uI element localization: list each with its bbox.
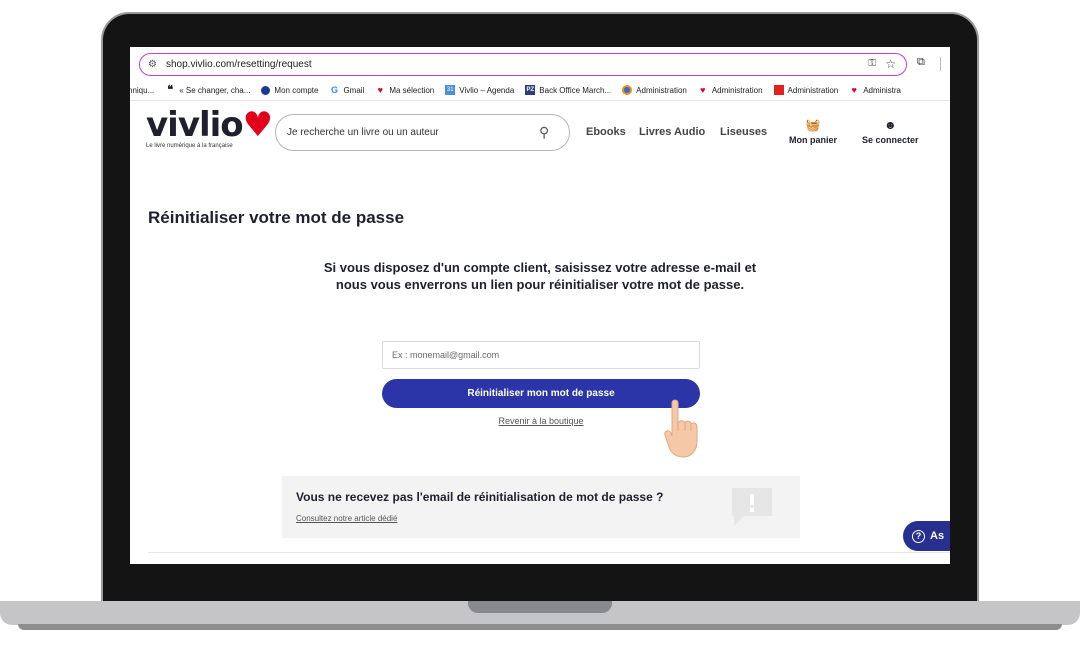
- bookmark-item[interactable]: ❝ « Se changer, cha...: [165, 84, 251, 96]
- pointing-hand-icon: [664, 399, 698, 458]
- vivlio-heart-icon: ♥: [700, 85, 706, 95]
- bookmark-item[interactable]: Administration: [622, 85, 687, 95]
- help-box: Vous ne recevez pas l'email de réinitial…: [282, 476, 800, 538]
- laptop-notch: [468, 601, 612, 613]
- pz-icon: PZ: [525, 85, 536, 95]
- bookmark-item[interactable]: PZ Back Office March...: [525, 85, 611, 95]
- quote-icon: ❝: [167, 84, 174, 96]
- address-bar[interactable]: ⚙ shop.vivlio.com/resetting/request ⚿ ☆: [139, 53, 907, 76]
- user-icon: ☻: [883, 118, 897, 132]
- bookmark-item[interactable]: 31 Vivlio – Agenda: [445, 85, 514, 95]
- bookmark-label: hniqu...: [130, 85, 155, 95]
- red-box-icon: [773, 85, 784, 95]
- bookmark-label: Vivlio – Agenda: [459, 85, 515, 95]
- bookmark-item[interactable]: ♥ Ma sélection: [375, 85, 435, 95]
- circle-icon: [261, 85, 271, 95]
- help-title: Vous ne recevez pas l'email de réinitial…: [296, 490, 664, 504]
- search-bar[interactable]: Je recherche un livre ou un auteur ⚲: [275, 114, 570, 151]
- nav-ebooks[interactable]: Ebooks: [586, 126, 626, 138]
- site-header: vivlio♥ Le livre numérique à la français…: [130, 101, 950, 159]
- logo-heart-icon: ♥: [242, 105, 274, 145]
- google-icon: G: [330, 85, 338, 95]
- bookmark-item[interactable]: G Gmail: [329, 85, 364, 95]
- back-to-shop-link[interactable]: Revenir à la boutique: [382, 416, 700, 426]
- bookmark-star-icon[interactable]: ☆: [885, 57, 896, 71]
- reset-password-button[interactable]: Réinitialiser mon mot de passe: [382, 379, 700, 408]
- toolbar-divider: [940, 57, 941, 71]
- question-icon: ?: [912, 529, 925, 543]
- login-button[interactable]: ☻ Se connecter: [862, 118, 919, 145]
- page-divider: [148, 552, 950, 553]
- bookmarks-bar: hniqu... ❝ « Se changer, cha... Mon compt…: [130, 81, 950, 99]
- assistance-label: As: [930, 530, 945, 542]
- bookmark-label: Back Office March...: [539, 85, 612, 95]
- bookmark-label: Ma sélection: [389, 85, 435, 95]
- bookmark-label: Administra: [863, 85, 902, 95]
- screen: ⚙ shop.vivlio.com/resetting/request ⚿ ☆ …: [130, 47, 950, 564]
- vivlio-heart-icon: ♥: [377, 85, 384, 95]
- bookmark-label: Administration: [636, 85, 687, 95]
- assistance-button[interactable]: ? As: [903, 521, 950, 551]
- bookmark-label: Administration: [711, 85, 763, 95]
- instructions-text: Si vous disposez d'un compte client, sai…: [323, 260, 757, 292]
- laptop-base-shadow: [18, 624, 1062, 630]
- key-icon[interactable]: ⚿: [868, 58, 876, 69]
- nav-liseuses[interactable]: Liseuses: [720, 126, 767, 138]
- login-label: Se connecter: [862, 135, 919, 145]
- logo-wordmark: vivlio♥: [146, 108, 273, 142]
- bookmark-label: Administration: [787, 85, 839, 95]
- help-article-link[interactable]: Consultez notre article dédié: [296, 514, 397, 523]
- bookmark-item[interactable]: Mon compte: [261, 85, 319, 95]
- bookmark-label: « Se changer, cha...: [179, 85, 251, 95]
- bookmark-label: Mon compte: [274, 85, 319, 95]
- bookmark-item[interactable]: ♥ Administration: [698, 85, 763, 95]
- bookmark-item[interactable]: Administration: [773, 85, 839, 95]
- cart-button[interactable]: 🧺 Mon panier: [789, 118, 837, 145]
- vivlio-heart-icon: ♥: [851, 85, 857, 95]
- calendar-icon: 31: [445, 85, 456, 95]
- url-text[interactable]: shop.vivlio.com/resetting/request: [166, 59, 312, 70]
- basket-icon: 🧺: [805, 118, 821, 132]
- nav-livres-audio[interactable]: Livres Audio: [639, 126, 705, 138]
- search-icon[interactable]: ⚲: [539, 124, 555, 141]
- search-input[interactable]: Je recherche un livre ou un auteur: [287, 127, 539, 138]
- cart-label: Mon panier: [789, 135, 838, 145]
- extensions-icon[interactable]: ⧉: [917, 56, 931, 70]
- logo-text: vivlio: [146, 105, 244, 145]
- speech-bubble-icon: [732, 488, 772, 526]
- bookmark-label: Gmail: [343, 85, 365, 95]
- vivlio-logo[interactable]: vivlio♥ Le livre numérique à la français…: [146, 108, 273, 149]
- site-settings-icon[interactable]: ⚙: [148, 59, 162, 70]
- bookmark-item[interactable]: ♥ Administra: [849, 85, 901, 95]
- bookmark-item[interactable]: hniqu...: [130, 86, 154, 95]
- email-field[interactable]: [382, 341, 700, 369]
- browser-toolbar: ⚙ shop.vivlio.com/resetting/request ⚿ ☆ …: [130, 47, 950, 81]
- page-title: Réinitialiser votre mot de passe: [148, 208, 405, 227]
- admin-icon: [622, 85, 633, 95]
